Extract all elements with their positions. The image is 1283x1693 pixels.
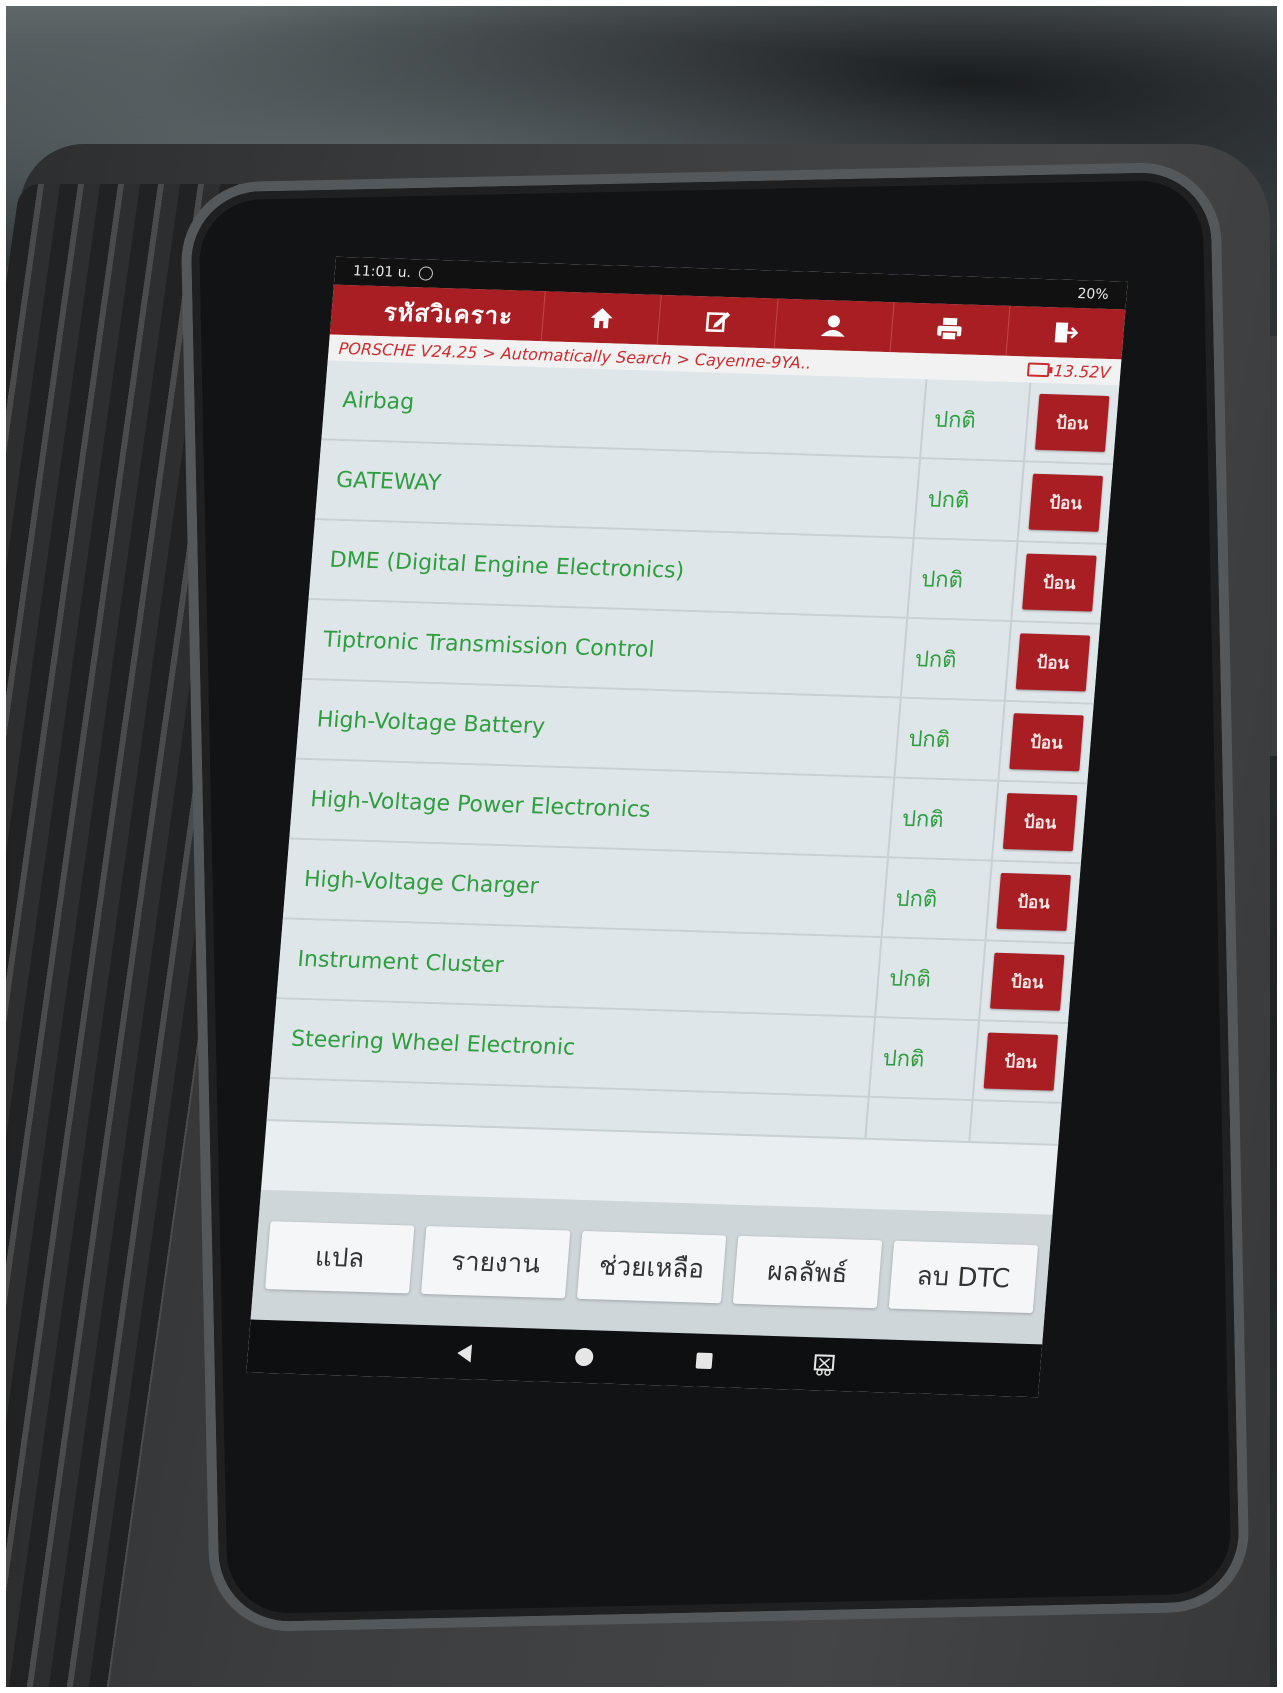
enter-system-button[interactable]: ป้อน <box>990 952 1065 1011</box>
system-action-cell: ป้อน <box>1012 542 1106 623</box>
battery-level: 20% <box>1076 286 1110 303</box>
system-action-cell: ป้อน <box>1025 383 1119 464</box>
status-time: 11:01 u. <box>352 263 412 282</box>
voltage-value: 13.52V <box>1052 360 1112 382</box>
user-icon[interactable] <box>773 298 894 353</box>
enter-system-button[interactable]: ป้อน <box>983 1032 1059 1091</box>
enter-system-button[interactable]: ป้อน <box>996 872 1071 931</box>
recents-square-icon[interactable] <box>683 1340 726 1381</box>
system-status: ปกติ <box>921 379 1032 461</box>
help-button[interactable]: ช่วยเหลือ <box>576 1230 727 1304</box>
voltage-readout: 13.52V <box>1027 360 1111 382</box>
system-status: ปกติ <box>901 618 1013 700</box>
screenshot-icon[interactable] <box>803 1343 846 1384</box>
exit-icon[interactable] <box>1005 305 1126 360</box>
home-icon[interactable] <box>541 291 662 345</box>
system-action-cell: ป้อน <box>993 782 1087 863</box>
system-action-cell: ป้อน <box>1019 462 1113 543</box>
enter-system-button[interactable]: ป้อน <box>1022 553 1097 612</box>
edit-icon[interactable] <box>657 294 778 349</box>
battery-icon <box>1027 362 1051 378</box>
system-action-cell: ป้อน <box>999 702 1093 783</box>
enter-system-button[interactable]: ป้อน <box>1015 633 1091 692</box>
system-status: ปกติ <box>876 938 987 1020</box>
system-status: ปกติ <box>908 539 1019 621</box>
translate-button[interactable]: แปล <box>265 1221 415 1294</box>
enter-system-button[interactable]: ป้อน <box>1028 473 1104 532</box>
system-action-cell <box>970 1101 1061 1144</box>
enter-system-button[interactable]: ป้อน <box>1009 713 1084 772</box>
system-status: ปกติ <box>889 778 1000 860</box>
tablet-screen: 11:01 u. 20% รหัสวิเคราะ PORSCHE V24.25 … <box>246 256 1128 1398</box>
clear-dtc-button[interactable]: ลบ DTC <box>888 1240 1039 1314</box>
enter-system-button[interactable]: ป้อน <box>1002 793 1078 852</box>
system-status: ปกติ <box>869 1018 980 1100</box>
bottom-button-bar: แปล รายงาน ช่วยเหลือ ผลลัพธ์ ลบ DTC <box>250 1189 1053 1345</box>
home-circle-icon[interactable] <box>563 1336 606 1377</box>
system-action-cell: ป้อน <box>1006 622 1100 703</box>
system-status: ปกติ <box>882 858 993 940</box>
enter-system-button[interactable]: ป้อน <box>1034 393 1110 452</box>
print-icon[interactable] <box>889 302 1010 356</box>
system-status: ปกติ <box>914 459 1025 541</box>
back-icon[interactable] <box>443 1332 486 1373</box>
notification-icon <box>418 266 434 281</box>
report-button[interactable]: รายงาน <box>420 1226 571 1299</box>
photo-background: 11:01 u. 20% รหัสวิเคราะ PORSCHE V24.25 … <box>6 6 1277 1687</box>
page-title: รหัสวิเคราะ <box>382 297 515 330</box>
system-action-cell: ป้อน <box>987 862 1081 943</box>
result-button[interactable]: ผลลัพธ์ <box>732 1235 883 1309</box>
system-status: ปกติ <box>895 698 1006 780</box>
system-status <box>866 1097 974 1142</box>
system-action-cell: ป้อน <box>974 1021 1068 1102</box>
system-list: Airbag ปกติ ป้อน GATEWAY ปกติ ป้อน DME (Digita… <box>266 360 1120 1146</box>
system-action-cell: ป้อน <box>980 941 1074 1022</box>
